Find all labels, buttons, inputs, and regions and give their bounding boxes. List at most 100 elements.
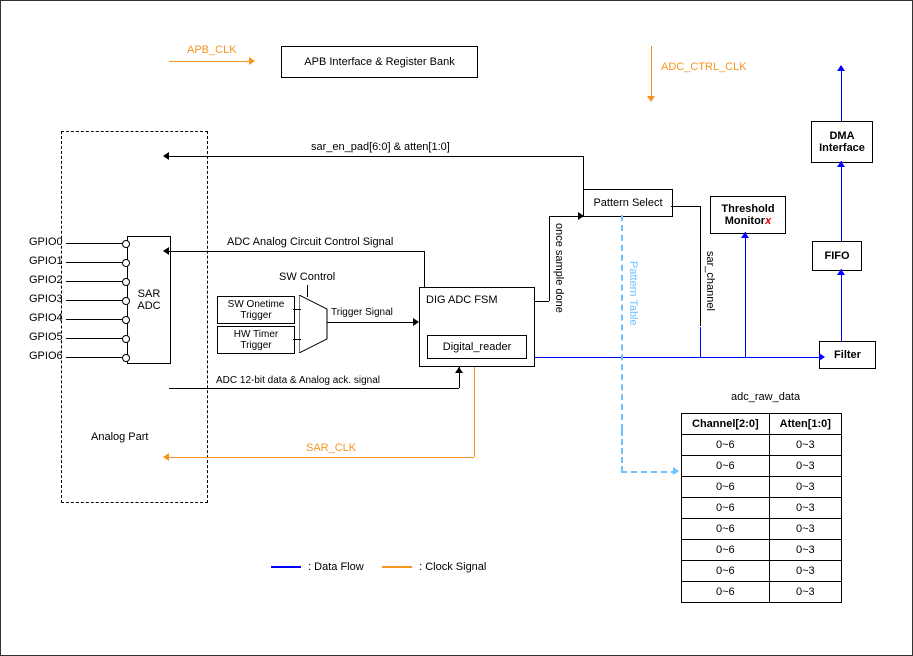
- td: 0~3: [769, 498, 841, 519]
- mux-out-line: [327, 322, 413, 323]
- td: 0~6: [682, 582, 770, 603]
- td: 0~6: [682, 561, 770, 582]
- td: 0~3: [769, 477, 841, 498]
- pin-circle: [122, 335, 130, 343]
- sar-adc-block: SAR ADC: [127, 236, 171, 364]
- gpio3-label: GPIO3: [29, 293, 63, 305]
- gpio5-line: [66, 338, 127, 339]
- once-sample-vline: [549, 216, 550, 301]
- pin-circle: [122, 240, 130, 248]
- raw-branch-up: [745, 327, 746, 357]
- trigger-signal-label: Trigger Signal: [331, 307, 393, 318]
- fifo-text: FIFO: [824, 250, 849, 262]
- legend-clock-line: [382, 566, 412, 568]
- sarenpad-hline: [169, 156, 583, 157]
- dma-text: DMA Interface: [812, 130, 872, 154]
- gpio2-line: [66, 281, 127, 282]
- adc-analog-label: ADC Analog Circuit Control Signal: [227, 236, 393, 248]
- gpio0-line: [66, 243, 127, 244]
- filter-text: Filter: [834, 349, 861, 361]
- sar-clk-hline: [169, 457, 474, 458]
- trig1-line: [293, 309, 301, 310]
- adc12-label: ADC 12-bit data & Analog ack. signal: [216, 375, 380, 386]
- pin-circle: [122, 316, 130, 324]
- dma-out-line: [841, 71, 842, 121]
- fifo-up-line: [841, 161, 842, 241]
- sar-channel-line: [700, 206, 701, 326]
- dma-out-arrow: [837, 65, 845, 71]
- pattern-table-label: Pattern Table: [627, 261, 639, 326]
- threshold-up-line: [745, 232, 746, 327]
- pin-circle: [122, 297, 130, 305]
- fifo-up-arrow: [837, 161, 845, 167]
- digital-reader-block: Digital_reader: [427, 335, 527, 359]
- adc-ctrl-clk-label: ADC_CTRL_CLK: [661, 61, 747, 73]
- dma-interface-block: DMA Interface: [811, 121, 873, 163]
- pattern-dash-h1: [621, 471, 677, 473]
- filter-block: Filter: [819, 341, 876, 369]
- threshold-text: Threshold Monitorx: [711, 203, 785, 227]
- diagram-canvas: APB_CLK APB Interface & Register Bank AD…: [0, 0, 913, 656]
- sar-clk-vline: [474, 367, 475, 457]
- td: 0~6: [682, 498, 770, 519]
- gpio1-label: GPIO1: [29, 255, 63, 267]
- apb-clk-line: [169, 61, 249, 62]
- sar-channel-label: sar_channel: [704, 251, 716, 311]
- apb-text: APB Interface & Register Bank: [304, 56, 454, 68]
- trig2-line: [293, 339, 301, 340]
- sarenpad-label: sar_en_pad[6:0] & atten[1:0]: [311, 141, 450, 153]
- sarenpad-arrow: [163, 152, 169, 160]
- pattern-dash-v2: [621, 430, 623, 472]
- filter-up-line: [841, 269, 842, 341]
- pin-circle: [122, 278, 130, 286]
- filter-up-arrow: [837, 269, 845, 275]
- td: 0~3: [769, 435, 841, 456]
- legend-data-line: [271, 566, 301, 568]
- td: 0~6: [682, 456, 770, 477]
- once-sample-arrow: [578, 212, 584, 220]
- legend-clock-text: : Clock Signal: [419, 561, 486, 573]
- adc12-arrow: [455, 367, 463, 373]
- td: 0~3: [769, 561, 841, 582]
- gpio2-label: GPIO2: [29, 274, 63, 286]
- td: 0~3: [769, 456, 841, 477]
- td: 0~3: [769, 519, 841, 540]
- sar-clk-label: SAR_CLK: [306, 442, 356, 454]
- apb-clk-arrow: [249, 57, 255, 65]
- sarenpad-vline: [583, 156, 584, 189]
- td: 0~6: [682, 540, 770, 561]
- td: 0~6: [682, 435, 770, 456]
- pattern-select-block: Pattern Select: [583, 189, 673, 217]
- hw-timer-block: HW Timer Trigger: [217, 326, 295, 354]
- adc-analog-vline: [424, 251, 425, 287]
- gpio1-line: [66, 262, 127, 263]
- adc12-line: [169, 388, 459, 389]
- raw-hline: [535, 357, 821, 358]
- pin-circle: [122, 259, 130, 267]
- sar-channel-hline: [671, 206, 700, 207]
- pattern-dash-arrow: [673, 467, 679, 475]
- analog-label: Analog Part: [91, 431, 148, 443]
- pin-circle: [122, 354, 130, 362]
- gpio4-line: [66, 319, 127, 320]
- apb-clk-label: APB_CLK: [187, 44, 237, 56]
- pattern-select-text: Pattern Select: [593, 197, 662, 209]
- adc-ctrl-clk-arrow: [647, 96, 655, 102]
- digital-reader-text: Digital_reader: [443, 341, 511, 353]
- raw-label: adc_raw_data: [731, 391, 800, 403]
- dig-fsm-text: DIG ADC FSM: [426, 294, 498, 306]
- sw-onetime-text: SW Onetime Trigger: [228, 299, 285, 321]
- legend: : Data Flow : Clock Signal: [271, 561, 486, 573]
- hw-timer-text: HW Timer Trigger: [234, 329, 278, 351]
- td: 0~3: [769, 540, 841, 561]
- td: 0~6: [682, 519, 770, 540]
- gpio6-label: GPIO6: [29, 350, 63, 362]
- raw-branch-up2: [700, 327, 701, 357]
- td: 0~3: [769, 582, 841, 603]
- adc-analog-hline: [169, 251, 424, 252]
- sar-clk-arrow: [163, 453, 169, 461]
- gpio6-line: [66, 357, 127, 358]
- raw-arrow-right: [819, 353, 825, 361]
- pattern-dash-v: [621, 215, 623, 430]
- gpio5-label: GPIO5: [29, 331, 63, 343]
